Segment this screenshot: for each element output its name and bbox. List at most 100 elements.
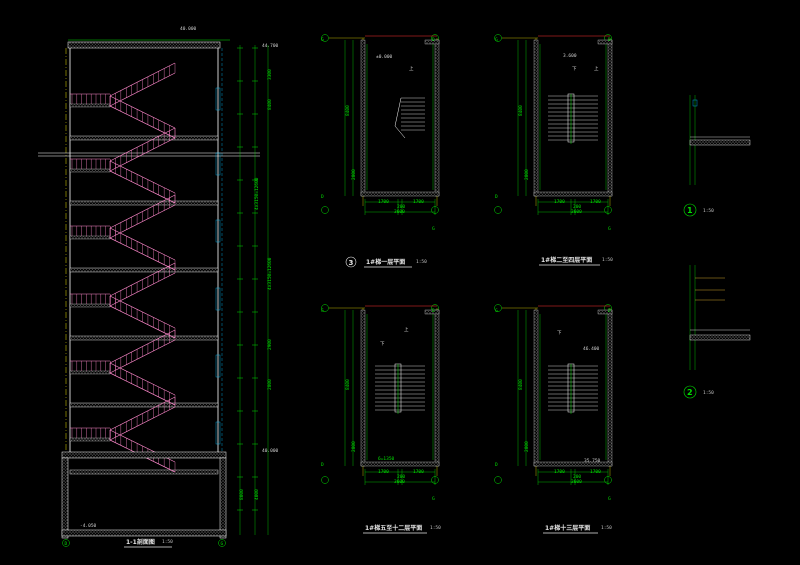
floor-slab	[69, 135, 219, 141]
plan-2-axis-tl: G	[495, 37, 498, 43]
plan-1-axis-tl: G	[321, 37, 324, 43]
axis-label-d: D	[65, 541, 68, 547]
plan-3-note-down: 下	[380, 341, 385, 347]
plan-1-axis-bl: D	[321, 194, 324, 200]
plan-4-note-level-2: 35.750	[584, 458, 601, 464]
plan-3-side-a: 8400	[345, 379, 351, 390]
plan-4-axis-br: G	[608, 496, 611, 502]
plan-3-note-dim: 6=1350	[378, 456, 395, 462]
plan-4-dim-c: 1700	[590, 469, 601, 475]
plan-4-note-down: 下	[557, 330, 562, 336]
floor-slab	[69, 469, 219, 475]
plan-2-axis-br: G	[608, 226, 611, 232]
landing-slab	[69, 235, 111, 240]
wall-left	[533, 39, 539, 197]
plan-3-scale: 1:50	[430, 525, 441, 531]
plan-1-prefix: 3	[349, 259, 354, 267]
level-mark-mid: 40.000	[262, 448, 279, 454]
plan-4-scale: 1:50	[601, 525, 612, 531]
detail-1-scale: 1:50	[703, 208, 714, 214]
landing-slab	[69, 168, 111, 173]
wall-right	[607, 39, 613, 197]
stair-plan-1	[321, 34, 440, 215]
plan-1-note-up: 上	[409, 65, 414, 72]
level-mark-top: 44.700	[262, 43, 279, 49]
sec-dim-6: 2800	[267, 379, 273, 390]
plan-4-dim-a: 1700	[554, 469, 565, 475]
sec-dim-2: 8400	[267, 99, 273, 110]
plan-titles: 3 1#梯一层平面 1:50 1#梯二至四层平面 1:50 1#梯五至十二层平面…	[345, 256, 613, 534]
sec-dim-3: 4x3150=12600	[267, 257, 273, 290]
wall-bottom	[533, 461, 613, 467]
axis-bubble	[494, 476, 502, 484]
plan-1-axis-tr: D	[432, 37, 435, 43]
sec-dim-7: 8000	[239, 489, 245, 500]
wall-right	[607, 309, 613, 467]
level-mark-bottom: -4.050	[80, 523, 97, 529]
plan-2-axis-bl: D	[495, 194, 498, 200]
plan-3-axis-bl: D	[321, 462, 324, 468]
detail-1: 1 1:50	[683, 95, 751, 217]
detail-2-scale: 1:50	[703, 390, 714, 396]
plan-4-axis-tl: G	[495, 308, 498, 314]
plan-3-axis-tl: G	[321, 308, 324, 314]
wall-left	[533, 309, 539, 467]
landing-slab	[69, 303, 111, 308]
plan-3-dim-a: 1700	[378, 469, 389, 475]
plan-4-note-level: 46.400	[583, 346, 600, 352]
top-dim: 40.000	[180, 26, 197, 32]
section-title: 1-1剖面图	[126, 538, 155, 546]
cad-drawing-canvas: 40.000 44.700 40.000 -4.050 3300 8400 4x…	[38, 26, 751, 548]
axis-label-g: G	[221, 541, 224, 547]
plan-2-note-up: 上	[594, 65, 599, 72]
detail-2: 2 1:50	[683, 265, 751, 399]
axis-bubble	[321, 206, 329, 214]
plan-3-axis-br: G	[432, 496, 435, 502]
floor-slab	[69, 402, 219, 408]
plan-1-note-level: ±0.000	[376, 54, 393, 60]
plan-2-side-b: 2800	[524, 169, 530, 180]
plan-2-dim-a: 1700	[554, 199, 565, 205]
plan-4-axis-tr: D	[608, 308, 611, 314]
wall-right	[434, 309, 440, 467]
plan-2-scale: 1:50	[602, 257, 613, 263]
plan-4-dim-total: 3600	[571, 479, 582, 485]
plan-4-side-a: 8400	[518, 379, 524, 390]
plan-3-side-b: 2800	[351, 441, 357, 452]
plan-dimensions: 1700 200 1700 3600 8400 2800 1700 200 17…	[345, 105, 601, 485]
section-scale: 1:50	[162, 539, 173, 545]
plan-2-side-a: 8400	[518, 105, 524, 116]
sec-dim-4: 2900	[267, 339, 273, 350]
landing-slab	[69, 437, 111, 442]
wall-left	[360, 39, 366, 197]
plan-1-dim-a: 1700	[378, 199, 389, 205]
plan-3-title: 1#梯五至十二层平面	[365, 524, 422, 532]
plan-1-side-a: 8400	[345, 105, 351, 116]
wall-left	[360, 309, 366, 467]
plan-1-title: 1#梯一层平面	[366, 258, 405, 266]
wall-right	[434, 39, 440, 197]
sec-dim-8: 4000	[254, 489, 260, 500]
plan-1-dim-c: 1700	[413, 199, 424, 205]
plan-1-dim-total: 3600	[394, 209, 405, 215]
plan-3-axis-tr: D	[432, 308, 435, 314]
landing-slab	[69, 370, 111, 375]
axis-bubble	[494, 206, 502, 214]
plan-1-side-b: 2800	[351, 169, 357, 180]
plan-2-note-level: 3.600	[563, 53, 577, 59]
stair-plan-4	[494, 304, 613, 485]
landing-slab	[69, 103, 111, 108]
detail-1-number: 1	[687, 206, 693, 215]
stair-plan-2	[494, 34, 613, 215]
plan-2-title: 1#梯二至四层平面	[541, 256, 592, 264]
plan-2-note-down: 下	[572, 66, 577, 72]
wall-bottom	[360, 191, 440, 197]
sec-dim-5: 4x3150=12600	[254, 177, 260, 210]
plan-3-dim-c: 1700	[413, 469, 424, 475]
axis-bubble	[321, 476, 329, 484]
plan-1-axis-br: G	[432, 226, 435, 232]
plan-2-dim-total: 3600	[571, 209, 582, 215]
sec-dim-1: 3300	[267, 69, 273, 80]
plan-4-title: 1#梯十三层平面	[545, 524, 590, 532]
plan-2-axis-tr: D	[608, 37, 611, 43]
